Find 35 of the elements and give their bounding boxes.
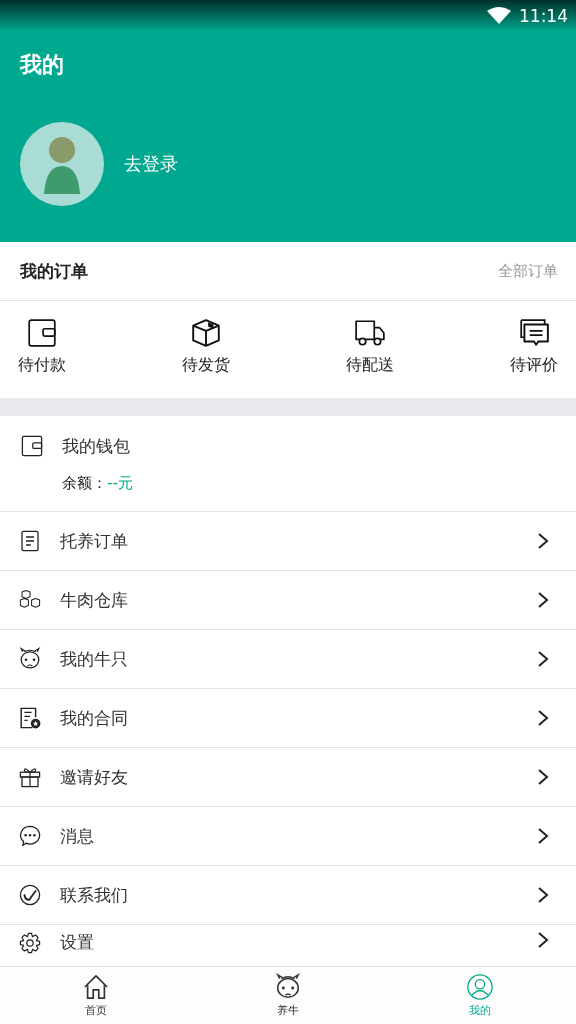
order-status-button[interactable]: 待发货	[182, 317, 230, 398]
user-icon	[466, 973, 494, 1001]
chevron-icon	[536, 591, 550, 609]
chevron-icon	[536, 886, 550, 904]
document-icon	[18, 529, 42, 553]
chat-icon	[18, 824, 42, 848]
chevron-icon	[536, 650, 550, 668]
order-status-button[interactable]: 待配送	[346, 317, 394, 398]
section-title: 我的订单	[20, 259, 88, 283]
wallet-title[interactable]: 我的钱包	[62, 434, 130, 458]
box-icon	[190, 317, 222, 349]
wifi-icon	[487, 7, 511, 25]
settings-icon	[18, 931, 42, 955]
tab[interactable]: 养牛	[192, 967, 384, 1024]
truck-icon	[354, 317, 386, 349]
chevron-icon	[536, 768, 550, 786]
wallet-icon	[26, 317, 58, 349]
wallet-icon	[20, 434, 44, 458]
clock: 11:14	[519, 6, 568, 26]
chevron-icon	[536, 827, 550, 845]
chevron-icon	[536, 532, 550, 550]
chevron-icon	[536, 931, 550, 949]
cow-icon	[18, 647, 42, 671]
comment-icon	[518, 317, 550, 349]
cow-icon	[274, 973, 302, 1001]
balance-text: 余额：--元	[62, 474, 133, 493]
home-icon	[82, 973, 110, 1001]
contract-icon	[18, 706, 42, 730]
avatar-icon[interactable]	[20, 122, 104, 206]
order-status-button[interactable]: 待评价	[510, 317, 558, 398]
tab[interactable]: 首页	[0, 967, 192, 1024]
page-title: 我的	[20, 51, 64, 79]
order-status-button[interactable]: 待付款	[18, 317, 66, 398]
chevron-icon	[536, 709, 550, 727]
gift-icon	[18, 765, 42, 789]
